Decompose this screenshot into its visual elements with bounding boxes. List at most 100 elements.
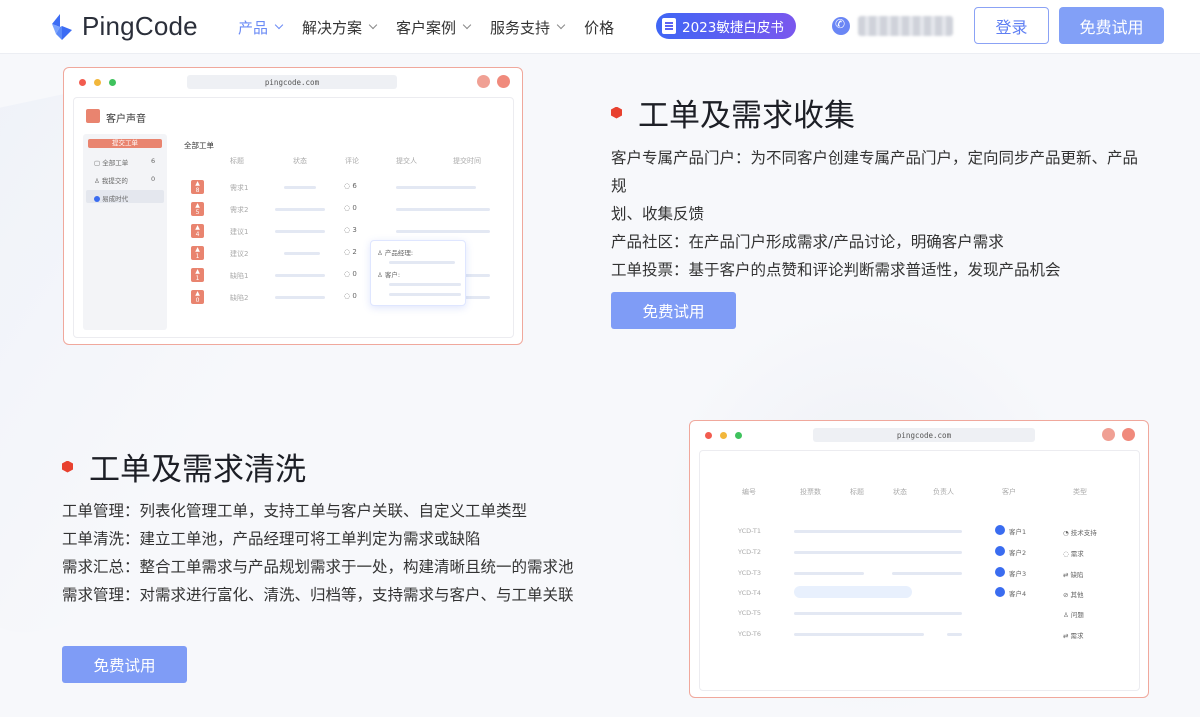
row-customer: 客户1 [1009, 528, 1027, 536]
section-description: 工单管理：列表化管理工单，支持工单与客户关联、自定义工单类型 工单清洗：建立工单… [62, 497, 622, 609]
row-highlight [794, 586, 912, 598]
main-nav: 产品 解决方案 客户案例 服务支持 价格 [238, 0, 634, 54]
submit-ticket-button[interactable]: 提交工单 [88, 139, 162, 148]
vote-button[interactable]: ▲ 8 [191, 180, 204, 194]
comment-count: ◌ 0 [344, 292, 357, 300]
row-bar [794, 633, 924, 636]
vote-count: 1 [195, 275, 200, 282]
maximize-dot [735, 432, 742, 439]
free-trial-button[interactable]: 免费试用 [611, 292, 736, 329]
row-type: ⇄ 缺陷 [1063, 571, 1084, 579]
url-bar: pingcode.com [187, 75, 397, 89]
nav-label: 服务支持 [490, 18, 551, 37]
vote-button[interactable]: ▲ 4 [191, 224, 204, 238]
vote-button[interactable]: ▲ 0 [191, 290, 204, 304]
back-icon [1102, 428, 1115, 441]
status-bar [275, 296, 325, 299]
document-icon [662, 18, 676, 34]
customer-icon [995, 587, 1005, 597]
row-title: 需求1 [230, 184, 249, 192]
row-bar [794, 572, 864, 575]
row-type: ♙ 问题 [1063, 611, 1084, 619]
row-id: YCD-T6 [738, 630, 762, 638]
comment-count-value: 0 [352, 270, 357, 278]
chevron-down-icon [274, 20, 284, 30]
pingcode-logo-icon [52, 13, 72, 40]
nav-label: 解决方案 [302, 18, 363, 37]
row-customer: 客户2 [1009, 549, 1027, 557]
type-label: 问题 [1070, 611, 1084, 619]
status-bar [275, 230, 325, 233]
comment-count: ◌ 2 [344, 248, 357, 256]
avatar [1122, 428, 1135, 441]
nav-label: 价格 [584, 18, 615, 37]
logo[interactable]: PingCode [48, 11, 198, 42]
comment-count-value: 0 [352, 204, 357, 212]
free-trial-button[interactable]: 免费试用 [62, 646, 187, 683]
sidebar-item-count: 6 [151, 157, 156, 165]
popup-label: 客户: [384, 271, 401, 279]
submitter-bar [396, 186, 476, 189]
sidebar-item-all[interactable]: ▢ 全部工单 [94, 157, 128, 167]
login-button[interactable]: 登录 [974, 7, 1049, 44]
row-type: ⇄ 需求 [1063, 632, 1084, 640]
vote-button[interactable]: ▲ 5 [191, 202, 204, 216]
sidebar-item-label: 易成时代 [102, 195, 129, 203]
nav-item-support[interactable]: 服务支持 [490, 17, 566, 38]
chevron-down-icon [462, 20, 472, 30]
back-icon [477, 75, 490, 88]
sidebar-item-mine[interactable]: ♙ 我提交的 [94, 175, 128, 185]
app-title: 客户声音 [106, 114, 146, 125]
section-title-cleaning: 工单及需求清洗 [62, 444, 306, 489]
submitter-bar [396, 230, 490, 233]
section-title-text: 工单及需求清洗 [89, 452, 306, 488]
row-id: YCD-T4 [738, 589, 762, 597]
vote-button[interactable]: ▲ 1 [191, 268, 204, 282]
column-header: 提交人 [396, 157, 417, 165]
row-bar [794, 612, 962, 615]
vote-count: 1 [195, 253, 200, 260]
free-trial-button[interactable]: 免费试用 [1059, 7, 1164, 44]
nav-item-product[interactable]: 产品 [238, 17, 284, 38]
row-id: YCD-T2 [738, 548, 762, 556]
window-controls [705, 432, 742, 439]
nav-item-cases[interactable]: 客户案例 [396, 17, 472, 38]
section-title-collection: 工单及需求收集 [611, 90, 855, 135]
company-icon [94, 196, 100, 202]
popup-bar [389, 283, 461, 286]
column-header: 状态 [893, 488, 907, 496]
row-type: ⊘ 其他 [1063, 591, 1084, 599]
logo-text: PingCode [82, 11, 198, 41]
comment-count-value: 0 [352, 292, 357, 300]
sidebar-item-label: 全部工单 [102, 159, 129, 167]
close-dot [705, 432, 712, 439]
row-title: 建议2 [230, 250, 249, 258]
column-header: 负责人 [933, 488, 954, 496]
app-frame: 客户声音 提交工单 ▢ 全部工单 6 ♙ 我提交的 0 易成时代 全部工单 标题… [73, 97, 514, 338]
vote-button[interactable]: ▲ 1 [191, 246, 204, 260]
hexagon-bullet-icon [611, 106, 622, 119]
row-title: 需求2 [230, 206, 249, 214]
submitter-bar [396, 208, 490, 211]
sidebar-item-company[interactable]: 易成时代 [94, 193, 128, 203]
type-label: 需求 [1070, 632, 1084, 640]
nav-item-solutions[interactable]: 解决方案 [302, 17, 378, 38]
row-id: YCD-T3 [738, 569, 762, 577]
comment-count: ◌ 0 [344, 204, 357, 212]
row-id: YCD-T5 [738, 609, 762, 617]
row-customer: 客户3 [1009, 570, 1027, 578]
description-line: 工单清洗：建立工单池，产品经理可将工单判定为需求或缺陷 [62, 530, 481, 548]
status-bar [284, 252, 320, 255]
vote-count: 5 [195, 209, 200, 216]
badge-label: 2023敏捷白皮书 [682, 20, 784, 36]
nav-item-pricing[interactable]: 价格 [584, 17, 614, 38]
column-header: 类型 [1073, 488, 1087, 496]
popup-bar [389, 261, 455, 264]
whitepaper-badge[interactable]: 2023敏捷白皮书 [656, 13, 796, 39]
type-label: 缺陷 [1070, 571, 1084, 579]
column-header: 编号 [742, 488, 756, 496]
status-bar [284, 186, 316, 189]
description-line: 产品社区：在产品门户形成需求/产品讨论，明确客户需求 [611, 233, 1004, 251]
description-line: 工单管理：列表化管理工单，支持工单与客户关联、自定义工单类型 [62, 502, 528, 520]
row-title: 缺陷1 [230, 272, 249, 280]
